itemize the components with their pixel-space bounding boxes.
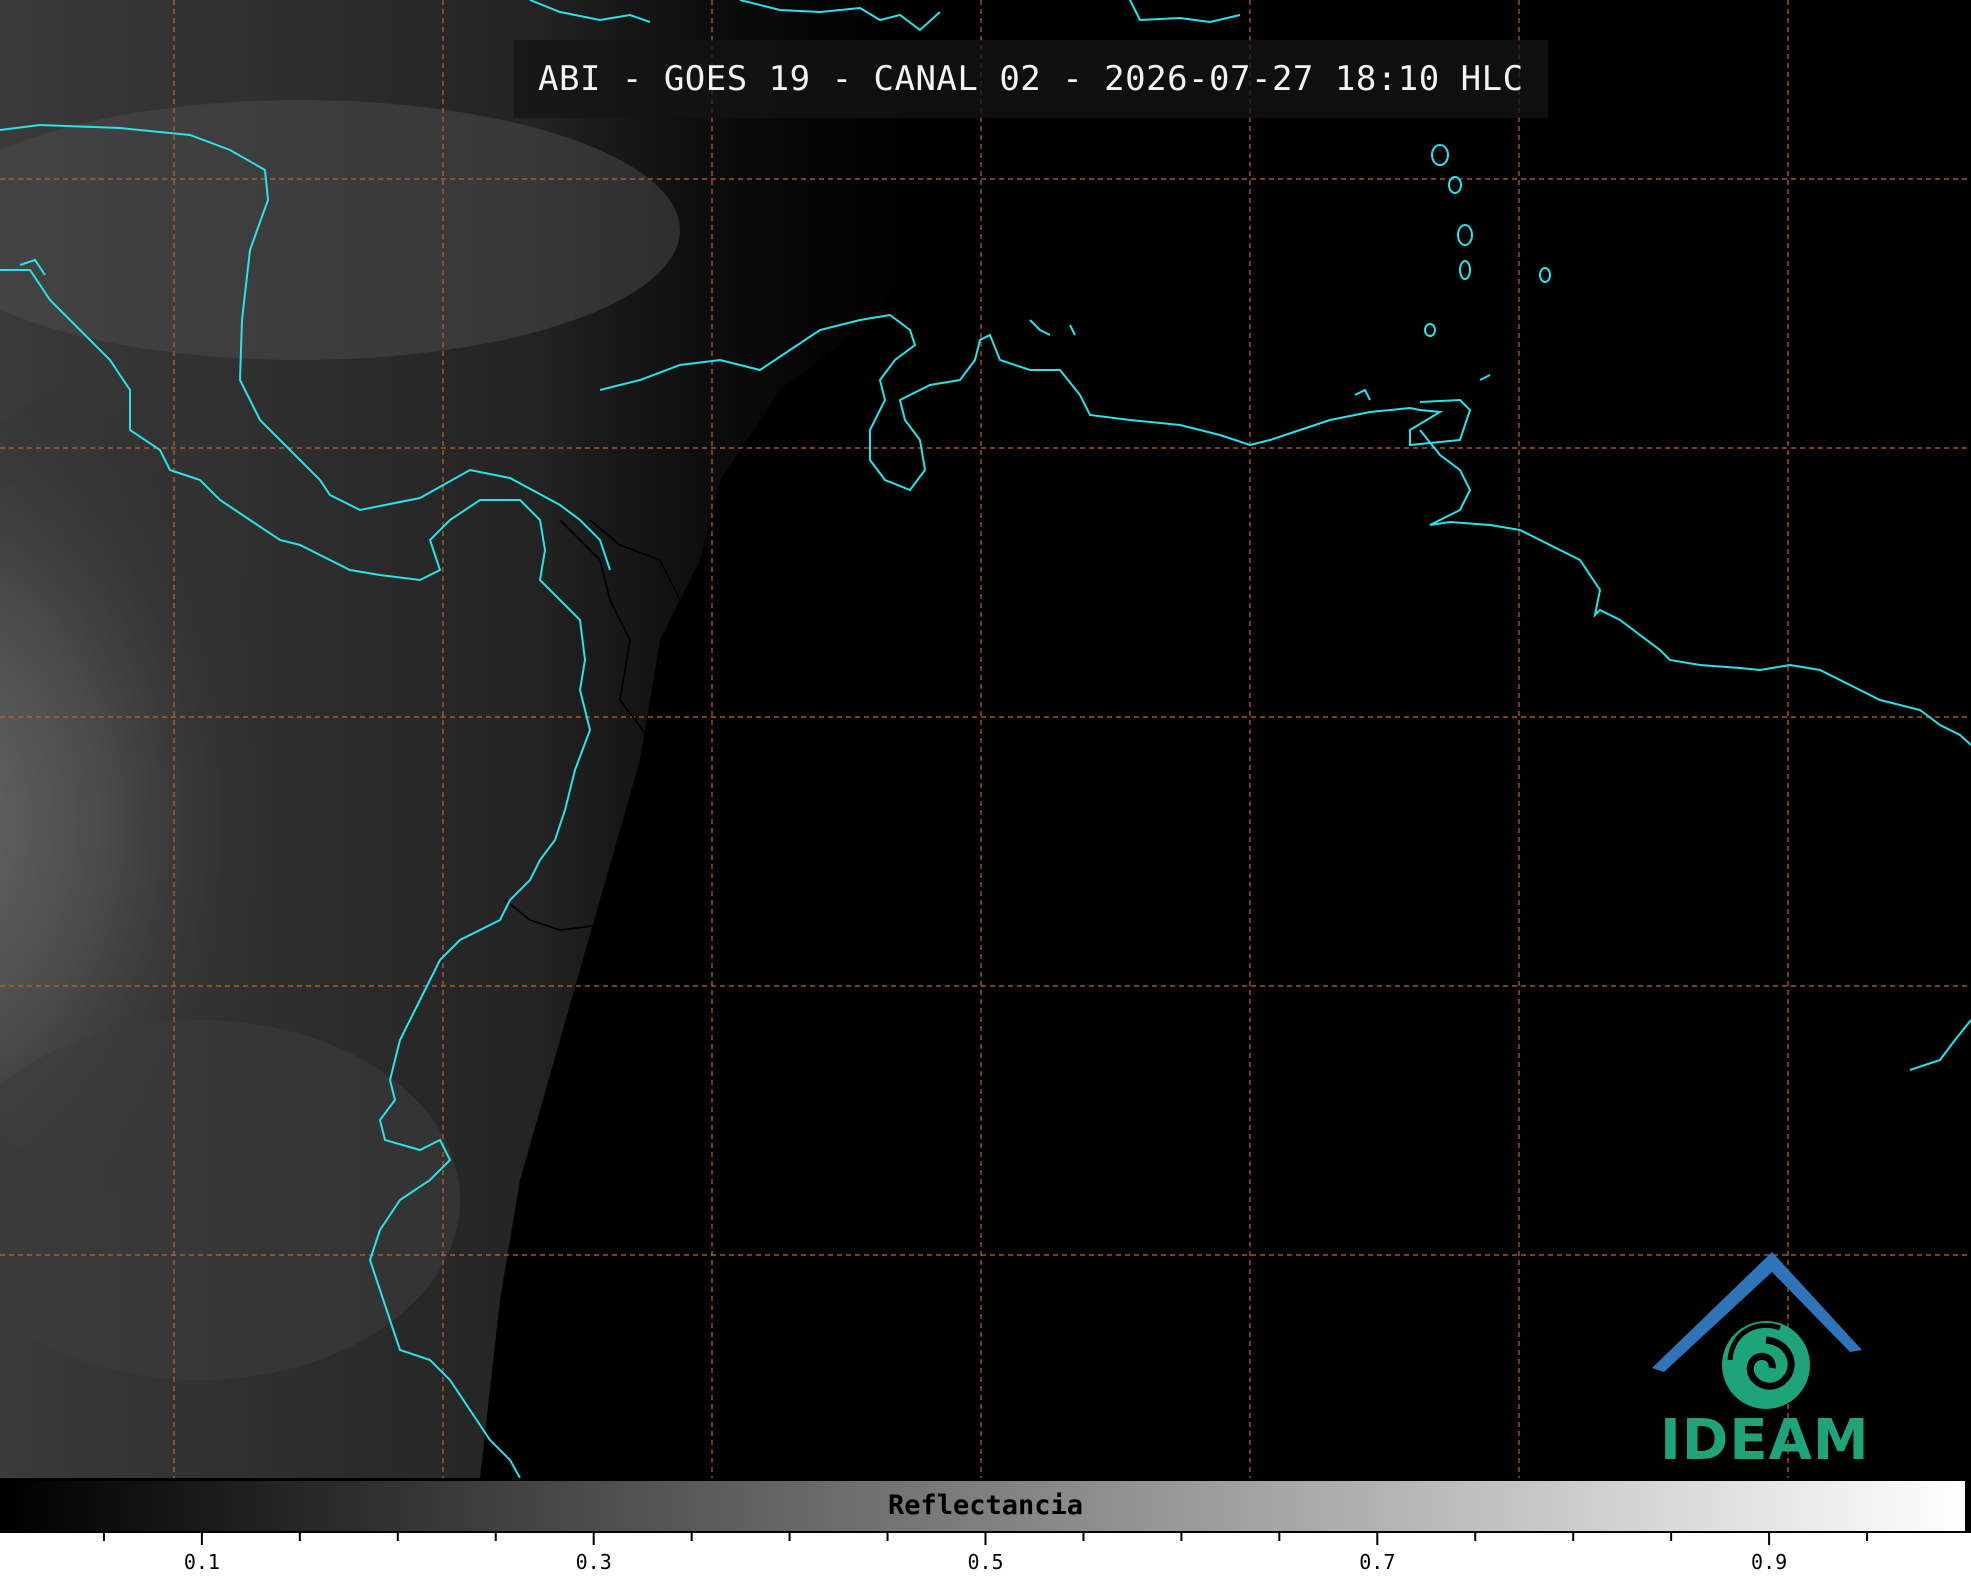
colorbar-ticks: 0.1 0.3 0.5 0.7 0.9: [0, 1533, 1971, 1577]
colorbar-tick-label: 0.9: [1751, 1550, 1787, 1574]
colorbar-tick-label: 0.5: [967, 1550, 1003, 1574]
colorbar-tick-label: 0.1: [184, 1550, 220, 1574]
colorbar-label: Reflectancia: [887, 1490, 1084, 1521]
colorbar-tick-label: 0.7: [1359, 1550, 1395, 1574]
logo-swirl-icon: [1722, 1321, 1810, 1409]
logo-text: IDEAM: [1660, 1408, 1870, 1473]
map-title: ABI - GOES 19 - CANAL 02 - 2026-07-27 18…: [514, 40, 1548, 118]
colorbar-tick-label: 0.3: [576, 1550, 612, 1574]
